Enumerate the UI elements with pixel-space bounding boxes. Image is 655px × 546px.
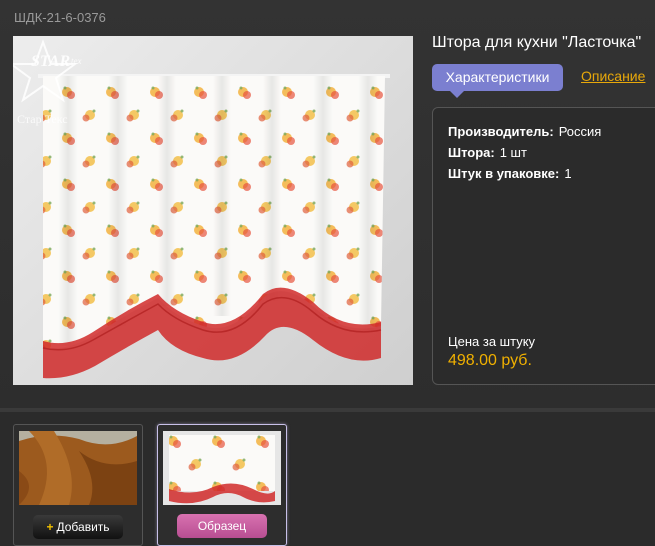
spec-value: 1 xyxy=(564,166,572,181)
product-photo[interactable]: STAR tex Стар Текс xyxy=(13,36,413,385)
product-panel: ШДК-21-6-0376 STAR tex Стар Текс Штора д… xyxy=(0,0,655,408)
price-label: Цена за штуку xyxy=(448,334,536,349)
spec-manufacturer: Производитель: Россия xyxy=(448,124,601,139)
divider xyxy=(0,408,655,412)
spec-value: Россия xyxy=(558,124,602,139)
thumbnail-image[interactable] xyxy=(163,431,281,505)
spec-label: Штук в упаковке: xyxy=(448,166,560,181)
spec-label: Штора: xyxy=(448,145,495,160)
svg-text:tex: tex xyxy=(71,56,82,66)
spec-label: Производитель: xyxy=(448,124,554,139)
logo-text: Стар Текс xyxy=(17,112,68,126)
plus-icon: + xyxy=(46,520,54,534)
svg-text:STAR: STAR xyxy=(31,53,70,70)
tab-characteristics[interactable]: Характеристики xyxy=(432,64,563,98)
price-value: 498.00 руб. xyxy=(448,352,532,369)
sample-button[interactable]: Образец xyxy=(177,514,267,538)
spec-value: 1 шт xyxy=(499,145,527,160)
spec-per-pack: Штук в упаковке: 1 xyxy=(448,166,572,181)
star-logo-icon: STAR tex xyxy=(13,39,82,103)
tab-description[interactable]: Описание xyxy=(581,68,645,84)
spec-curtain: Штора: 1 шт xyxy=(448,145,527,160)
add-button-label: Добавить xyxy=(56,520,110,534)
add-button[interactable]: + Добавить xyxy=(33,515,123,539)
thumbnail-image[interactable] xyxy=(19,431,137,505)
thumbnail-fabric[interactable]: + Добавить xyxy=(13,424,143,546)
product-sku: ШДК-21-6-0376 xyxy=(14,10,106,25)
specs-box: Производитель: Россия Штора: 1 шт Штук в у… xyxy=(432,107,655,385)
product-title: Штора для кухни "Ласточка" xyxy=(432,34,642,51)
thumbnail-curtain[interactable]: Образец xyxy=(157,424,287,546)
